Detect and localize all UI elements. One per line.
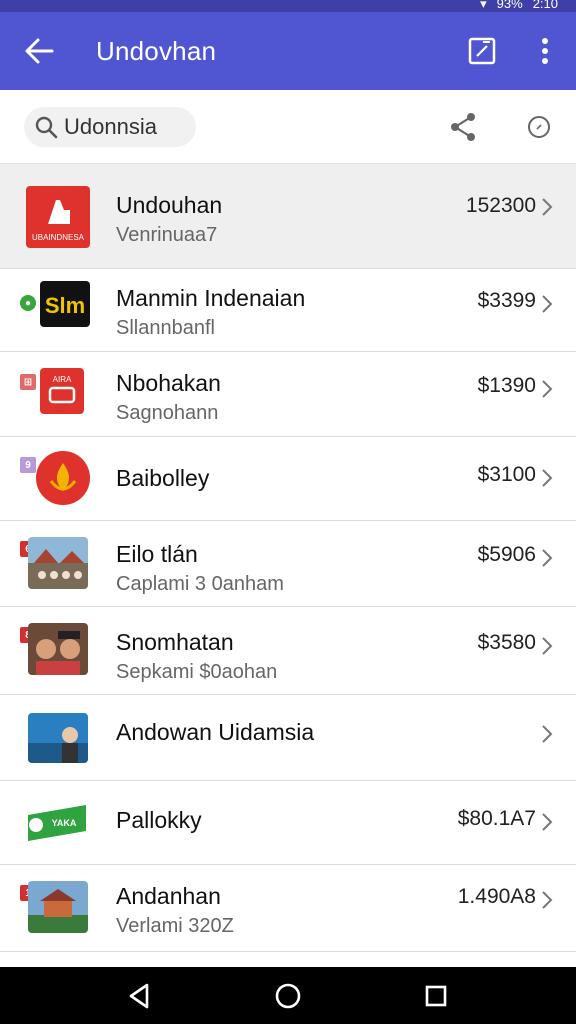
item-title: Andowan Uidamsia <box>116 719 315 745</box>
app-thumbnail <box>28 623 88 675</box>
chevron-right-icon <box>542 380 553 398</box>
item-title: Manmin Indenaian <box>116 285 306 311</box>
share-button[interactable] <box>444 108 482 146</box>
item-subtitle: Caplami 3 0anham <box>116 573 284 595</box>
app-thumbnail: UBAINDNESA <box>26 186 90 248</box>
app-thumbnail: AIRA <box>40 368 84 414</box>
search-icon <box>35 116 58 139</box>
item-price: $80.1A7 <box>457 807 536 830</box>
edit-button[interactable] <box>450 12 514 90</box>
item-price: $3100 <box>477 463 536 486</box>
search-query: Udonnsia <box>64 114 157 139</box>
results-list: UBAINDNESA Undouhan Venrinuaa7 152300 ● … <box>0 164 576 952</box>
more-vert-icon <box>542 38 548 64</box>
share-icon <box>451 113 475 141</box>
status-icons: ▾ 93% 2:10 <box>480 0 558 12</box>
item-price: $5906 <box>477 543 536 566</box>
chevron-right-icon <box>542 813 553 831</box>
circle-icon <box>528 116 550 138</box>
system-nav-bar <box>0 967 576 1024</box>
thumb-art-icon: AIRA <box>48 375 76 404</box>
thumb-art-icon <box>28 727 88 763</box>
chevron-right-icon <box>542 891 553 909</box>
item-title: Pallokky <box>116 807 202 833</box>
thumb-label: AIRA <box>53 375 72 384</box>
item-title: Undouhan <box>116 192 223 218</box>
nav-recents-button[interactable] <box>421 981 451 1011</box>
search-field[interactable]: Udonnsia <box>24 107 196 147</box>
more-options-button[interactable] <box>514 12 576 90</box>
badge-icon: 9 <box>20 457 36 473</box>
nav-back-button[interactable] <box>124 981 154 1011</box>
item-price: 152300 <box>465 194 536 217</box>
thumb-art-icon: UBAINDNESA <box>32 200 85 242</box>
list-item[interactable]: YAKA Pallokky $80.1A7 <box>0 781 576 865</box>
list-item[interactable]: UBAINDNESA Undouhan Venrinuaa7 152300 <box>0 164 576 269</box>
edit-note-icon <box>468 37 496 65</box>
thumb-art-icon: Slm <box>45 293 85 318</box>
app-thumbnail <box>28 713 88 763</box>
status-button[interactable] <box>520 108 558 146</box>
item-title: Snomhatan <box>116 629 234 655</box>
badge-icon: ● <box>20 295 36 311</box>
thumb-label: UBAINDNESA <box>32 233 85 242</box>
chevron-right-icon <box>542 725 553 743</box>
back-arrow-icon <box>25 38 54 64</box>
chevron-right-icon <box>542 295 553 313</box>
item-subtitle: Verlami 320Z <box>116 915 234 937</box>
app-thumbnail <box>28 537 88 589</box>
list-item[interactable]: Andowan Uidamsia <box>0 695 576 781</box>
nav-back-icon <box>129 983 149 1009</box>
nav-home-icon <box>275 983 301 1009</box>
list-item[interactable]: ● Slm Manmin Indenaian Sllannbanfl $3399 <box>0 269 576 352</box>
thumb-art-icon <box>36 631 80 675</box>
list-item[interactable]: 8 Snomhatan Sepkami $0aohan $3580 <box>0 607 576 695</box>
thumb-label: Slm <box>45 293 85 318</box>
chevron-right-icon <box>542 469 553 487</box>
nav-home-button[interactable] <box>273 981 303 1011</box>
back-button[interactable] <box>0 12 78 90</box>
app-thumbnail <box>28 881 88 933</box>
item-price: 1.490A8 <box>457 885 536 908</box>
list-item[interactable]: 1 Andanhan Verlami 320Z 1.490A8 <box>0 865 576 952</box>
status-bar: ▾ 93% 2:10 <box>0 0 576 12</box>
page-title: Undovhan <box>96 35 217 66</box>
app-thumbnail: Slm <box>40 281 90 327</box>
app-thumbnail: YAKA <box>26 801 88 845</box>
item-title: Eilo tlán <box>116 541 198 567</box>
item-price: $3399 <box>477 289 536 312</box>
badge-icon: ⊞ <box>20 374 36 390</box>
item-title: Baibolley <box>116 465 210 491</box>
thumb-art-icon <box>28 549 88 589</box>
wifi-icon: ▾ <box>480 0 487 11</box>
item-title: Nbohakan <box>116 370 221 396</box>
search-row: Udonnsia <box>0 90 576 164</box>
app-bar: Undovhan <box>0 12 576 90</box>
item-price: $3580 <box>477 631 536 654</box>
item-subtitle: Sepkami $0aohan <box>116 661 278 683</box>
thumb-art-icon: YAKA <box>28 805 86 841</box>
battery-level: 93% <box>496 0 523 11</box>
item-price: $1390 <box>477 374 536 397</box>
clock: 2:10 <box>532 0 558 11</box>
chevron-right-icon <box>542 637 553 655</box>
list-item[interactable]: 6 Eilo tlán Caplami 3 0anham $5906 <box>0 521 576 607</box>
list-item[interactable]: 9 Baibolley $3100 <box>0 437 576 521</box>
item-title: Andanhan <box>116 883 221 909</box>
item-subtitle: Venrinuaa7 <box>116 224 218 246</box>
chevron-right-icon <box>542 549 553 567</box>
chevron-right-icon <box>542 198 553 216</box>
list-item[interactable]: ⊞ AIRA Nbohakan Sagnohann $1390 <box>0 352 576 437</box>
nav-recents-icon <box>425 985 447 1007</box>
thumb-art-icon <box>28 889 88 933</box>
item-subtitle: Sagnohann <box>116 402 219 424</box>
thumb-art-icon <box>49 463 77 491</box>
app-thumbnail <box>36 451 90 505</box>
item-subtitle: Sllannbanfl <box>116 317 215 339</box>
thumb-label: YAKA <box>52 818 77 828</box>
